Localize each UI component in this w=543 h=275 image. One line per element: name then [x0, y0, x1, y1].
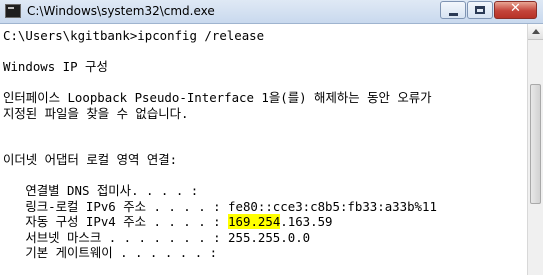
cmd-icon[interactable] [5, 4, 21, 18]
ipv4-highlighted-prefix: 169.254 [228, 214, 281, 229]
window-title: C:\Windows\system32\cmd.exe [27, 4, 215, 18]
close-icon: ✕ [510, 1, 521, 16]
console-line: 인터페이스 Loopback Pseudo-Interface 1을(를) 해제… [3, 90, 432, 105]
maximize-button[interactable] [467, 1, 493, 19]
console-line: 링크-로컬 IPv6 주소 . . . . : fe80::cce3:c8b5:… [3, 198, 437, 214]
ipv4-line: 자동 구성 IPv4 주소 . . . . : 169.254.163.59 [3, 214, 527, 230]
scroll-thumb[interactable] [530, 84, 541, 204]
console-line: 기본 게이트웨이 . . . . . . : [3, 245, 218, 260]
console-line: Windows IP 구성 [3, 59, 108, 74]
title-bar[interactable]: C:\Windows\system32\cmd.exe ✕ [0, 0, 543, 24]
cmd-window: C:\Windows\system32\cmd.exe ✕ C:\Users\k… [0, 0, 543, 275]
console-line: 지정된 파일을 찾을 수 없습니다. [3, 105, 189, 121]
ipv4-label: 자동 구성 IPv4 주소 . . . . : [3, 214, 229, 229]
ipv4-rest: .163.59 [280, 214, 333, 229]
minimize-icon [449, 13, 458, 16]
console-line: 연결별 DNS 접미사. . . . : [3, 183, 199, 198]
scroll-up-icon[interactable] [528, 24, 543, 40]
console-output[interactable]: C:\Users\kgitbank>ipconfig /release Windo… [0, 24, 527, 275]
close-button[interactable]: ✕ [494, 1, 537, 19]
minimize-button[interactable] [440, 1, 466, 19]
window-controls: ✕ [439, 1, 537, 19]
console-line: C:\Users\kgitbank>ipconfig /release [3, 28, 265, 43]
maximize-icon [475, 6, 485, 14]
console-line: 이더넷 어댑터 로컬 영역 연결: [3, 152, 178, 167]
subnet-line: 서브넷 마스크 . . . . . . . : 255.255.0.0 [3, 229, 311, 245]
vertical-scrollbar[interactable] [527, 24, 543, 275]
